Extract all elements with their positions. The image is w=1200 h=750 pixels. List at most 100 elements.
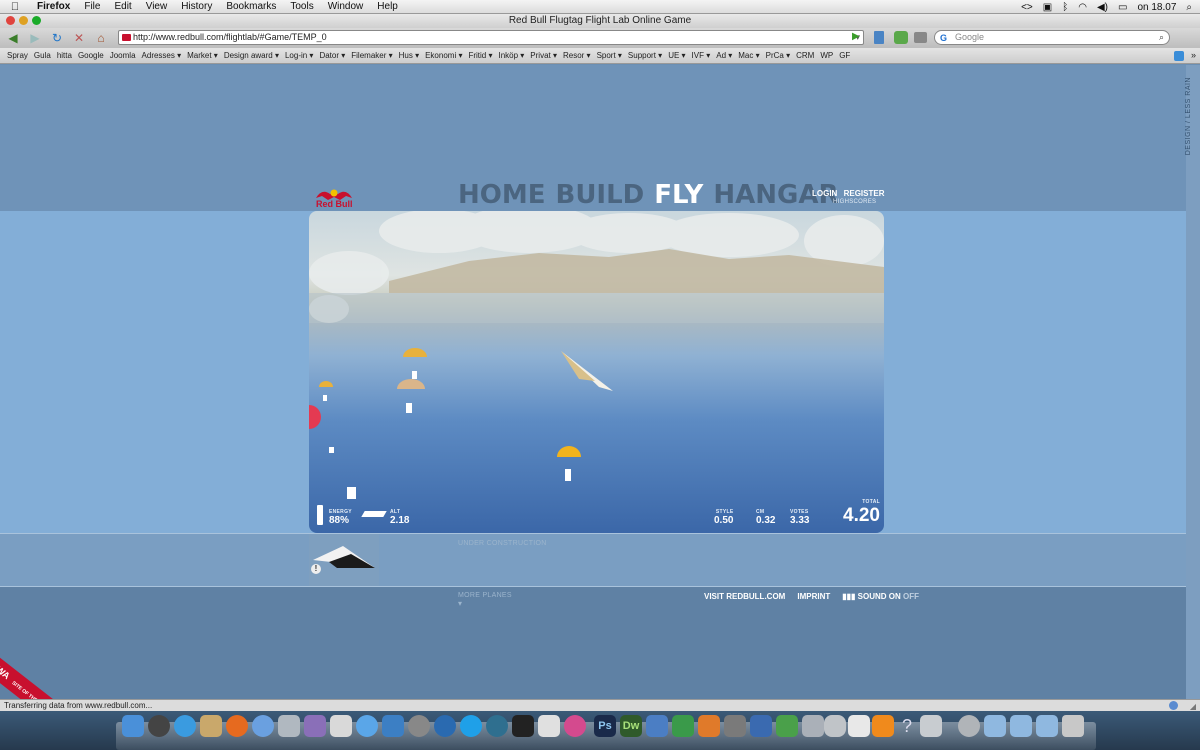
bookmark-wp[interactable]: WP bbox=[817, 51, 836, 60]
status-addon-icon[interactable] bbox=[1169, 701, 1178, 710]
bookmark-mac[interactable]: Mac ▾ bbox=[735, 51, 762, 60]
spotlight-icon[interactable]: ⌕ bbox=[1186, 2, 1192, 13]
forward-icon[interactable]: ▶ bbox=[26, 30, 44, 46]
vlc-icon[interactable] bbox=[872, 715, 894, 737]
photoshop-icon[interactable]: Ps bbox=[594, 715, 616, 737]
clock[interactable]: on 18.07 bbox=[1137, 2, 1176, 13]
more-planes-link[interactable]: MORE PLANES ▾ bbox=[458, 592, 512, 608]
bookmark-hitta[interactable]: hitta bbox=[54, 51, 75, 60]
user-icon[interactable] bbox=[958, 715, 980, 737]
menu-tools[interactable]: Tools bbox=[283, 1, 320, 12]
bookmark-ivf[interactable]: IVF ▾ bbox=[689, 51, 714, 60]
pages-icon[interactable] bbox=[802, 715, 824, 737]
bookmark-gula[interactable]: Gula bbox=[31, 51, 54, 60]
bookmark-ue[interactable]: UE ▾ bbox=[665, 51, 688, 60]
textedit-icon[interactable] bbox=[538, 715, 560, 737]
help-icon[interactable]: ? bbox=[896, 715, 918, 737]
mail-icon[interactable] bbox=[330, 715, 352, 737]
preview-icon[interactable] bbox=[382, 715, 404, 737]
bookmark-sport[interactable]: Sport ▾ bbox=[594, 51, 625, 60]
menu-help[interactable]: Help bbox=[370, 1, 405, 12]
library-icon[interactable] bbox=[874, 31, 884, 44]
nav-fly[interactable]: FLY bbox=[654, 180, 703, 210]
sound-on[interactable]: ON bbox=[889, 592, 901, 601]
home-icon[interactable]: ⌂ bbox=[92, 30, 110, 46]
menu-firefox[interactable]: Firefox bbox=[30, 1, 77, 12]
bookmark-joomla[interactable]: Joomla bbox=[107, 51, 139, 60]
menu-view[interactable]: View bbox=[139, 1, 175, 12]
bookmark-spray[interactable]: Spray bbox=[4, 51, 31, 60]
calculator-icon[interactable] bbox=[724, 715, 746, 737]
menu-bookmarks[interactable]: Bookmarks bbox=[219, 1, 283, 12]
system-preferences-icon[interactable] bbox=[408, 715, 430, 737]
close-window-icon[interactable] bbox=[6, 16, 15, 25]
bookmark-adresses[interactable]: Adresses ▾ bbox=[139, 51, 185, 60]
remote-icon[interactable] bbox=[848, 715, 870, 737]
bookmark-log-in[interactable]: Log-in ▾ bbox=[282, 51, 316, 60]
imprint-link[interactable]: IMPRINT bbox=[797, 592, 830, 601]
documents-folder-icon[interactable] bbox=[1010, 715, 1032, 737]
excel-icon[interactable] bbox=[672, 715, 694, 737]
scrollbar[interactable] bbox=[1186, 65, 1200, 699]
menu-edit[interactable]: Edit bbox=[107, 1, 138, 12]
iphoto-icon[interactable] bbox=[278, 715, 300, 737]
url-input[interactable]: http://www.redbull.com/flightlab/#Game/T… bbox=[118, 30, 864, 45]
bookmark-design-award[interactable]: Design award ▾ bbox=[221, 51, 282, 60]
applications-folder-icon[interactable] bbox=[984, 715, 1006, 737]
print-icon[interactable] bbox=[914, 32, 927, 43]
imovie-icon[interactable] bbox=[304, 715, 326, 737]
trash-icon[interactable] bbox=[1062, 715, 1084, 737]
sound-toggle[interactable]: ▮▮▮ SOUND ON OFF bbox=[842, 592, 919, 601]
numbers-icon[interactable] bbox=[776, 715, 798, 737]
volume-icon[interactable]: ◀) bbox=[1097, 2, 1108, 13]
keynote-icon[interactable] bbox=[750, 715, 772, 737]
apple-icon[interactable]:  bbox=[0, 1, 30, 13]
display-icon[interactable]: ▣ bbox=[1043, 2, 1052, 13]
bookmark-prca[interactable]: PrCa ▾ bbox=[763, 51, 793, 60]
rss-icon[interactable] bbox=[1174, 51, 1184, 61]
reload-icon[interactable]: ↻ bbox=[48, 30, 66, 46]
menu-file[interactable]: File bbox=[77, 1, 107, 12]
bluetooth-icon[interactable]: ᛒ bbox=[1062, 2, 1068, 13]
word-icon[interactable] bbox=[646, 715, 668, 737]
bookmark-privat[interactable]: Privat ▾ bbox=[527, 51, 560, 60]
design-credit[interactable]: DESIGN / LESS RAIN bbox=[1185, 77, 1192, 155]
bookmark-fritid[interactable]: Fritid ▾ bbox=[465, 51, 495, 60]
search-icon[interactable]: ⌕ bbox=[1159, 31, 1164, 44]
flower-app-icon[interactable] bbox=[564, 715, 586, 737]
zoom-window-icon[interactable] bbox=[32, 16, 41, 25]
bookmark-ad[interactable]: Ad ▾ bbox=[713, 51, 735, 60]
dreamweaver-icon[interactable]: Dw bbox=[620, 715, 642, 737]
nav-build[interactable]: BUILD bbox=[556, 180, 645, 210]
bookmark-ekonomi[interactable]: Ekonomi ▾ bbox=[422, 51, 465, 60]
nav-home[interactable]: HOME bbox=[458, 180, 546, 210]
safari-icon[interactable] bbox=[174, 715, 196, 737]
time-machine-icon[interactable] bbox=[486, 715, 508, 737]
minimize-window-icon[interactable] bbox=[19, 16, 28, 25]
bookmark-support[interactable]: Support ▾ bbox=[625, 51, 665, 60]
highscores-link[interactable]: HIGHSCORES bbox=[833, 199, 876, 205]
stop-icon[interactable]: ✕ bbox=[70, 30, 88, 46]
itunes-icon[interactable] bbox=[252, 715, 274, 737]
address-book-icon[interactable] bbox=[200, 715, 222, 737]
camino-icon[interactable] bbox=[434, 715, 456, 737]
screenshot-icon[interactable] bbox=[920, 715, 942, 737]
back-icon[interactable]: ◀ bbox=[4, 30, 22, 46]
bookmark-dator[interactable]: Dator ▾ bbox=[316, 51, 348, 60]
database-icon[interactable] bbox=[824, 715, 846, 737]
bookmark-filemaker[interactable]: Filemaker ▾ bbox=[348, 51, 395, 60]
bookmark-hus[interactable]: Hus ▾ bbox=[396, 51, 422, 60]
bookmark-google[interactable]: Google bbox=[75, 51, 107, 60]
skype-icon[interactable] bbox=[460, 715, 482, 737]
search-input[interactable]: G Google ⌕ bbox=[934, 30, 1170, 45]
firefox-icon[interactable] bbox=[226, 715, 248, 737]
sound-off[interactable]: OFF bbox=[903, 592, 919, 601]
screen-mirroring-icon[interactable]: <> bbox=[1021, 2, 1033, 13]
finder-icon[interactable] bbox=[122, 715, 144, 737]
go-icon[interactable]: ▶ bbox=[852, 31, 860, 42]
powerpoint-icon[interactable] bbox=[698, 715, 720, 737]
info-icon[interactable]: ! bbox=[311, 564, 321, 574]
bookmark-resor[interactable]: Resor ▾ bbox=[560, 51, 594, 60]
app-store-icon[interactable] bbox=[356, 715, 378, 737]
bookmarks-overflow-icon[interactable]: » bbox=[1191, 50, 1196, 60]
